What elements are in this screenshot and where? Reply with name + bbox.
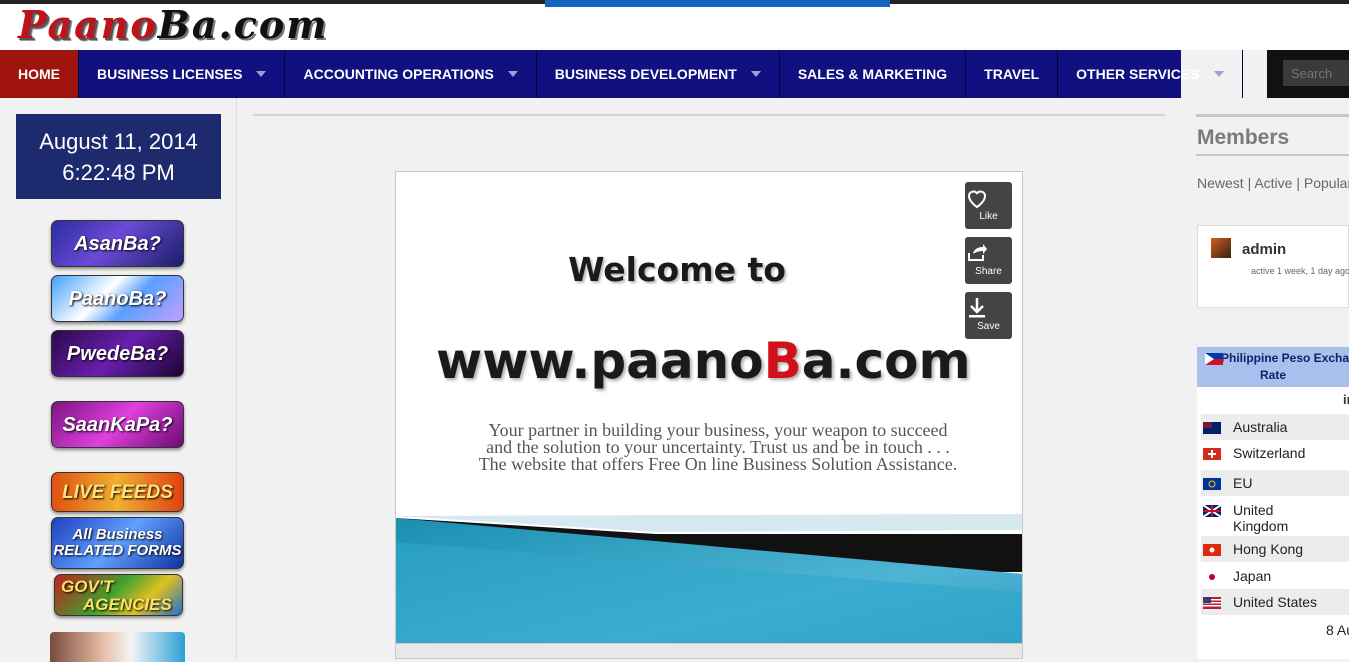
exchange-rate-widget: Philippine Peso Exchange Rate in Austral… bbox=[1197, 347, 1349, 659]
eu-flag-icon bbox=[1203, 478, 1221, 490]
heart-icon bbox=[967, 190, 987, 209]
japan-flag-icon bbox=[1203, 571, 1221, 583]
right-sidebar: Members Newest | Active | Popular admin … bbox=[1196, 98, 1349, 659]
rate-row-united-states: United States bbox=[1201, 589, 1349, 615]
nav-item-accounting-operations[interactable]: ACCOUNTING OPERATIONS bbox=[285, 50, 537, 98]
content-divider bbox=[253, 114, 1165, 116]
slide-site-url: www.paanoBa.com bbox=[436, 332, 971, 390]
search-bar bbox=[1267, 50, 1349, 98]
nav-item-other-services[interactable]: OTHER SERVICES bbox=[1058, 50, 1243, 98]
nav-item-sales-marketing[interactable]: SALES & MARKETING bbox=[780, 50, 967, 98]
slide-tagline: Your partner in building your business, … bbox=[478, 420, 958, 474]
loading-bar bbox=[545, 0, 890, 7]
slide-welcome-text: Welcome to bbox=[568, 250, 786, 289]
search-input[interactable] bbox=[1283, 60, 1349, 86]
member-card: admin active 1 week, 1 day ago bbox=[1197, 225, 1349, 308]
rate-row-australia: Australia bbox=[1201, 414, 1349, 440]
govt-agencies-button[interactable]: GOV'T AGENCIES bbox=[54, 574, 183, 616]
chevron-down-icon bbox=[750, 71, 761, 77]
download-icon bbox=[969, 298, 985, 318]
pwedeba-button[interactable]: PwedeBa? bbox=[51, 330, 184, 377]
avatar[interactable] bbox=[1211, 238, 1231, 258]
rate-row-hong-kong: Hong Kong bbox=[1201, 536, 1349, 562]
exchange-rate-date: 8 Aug bbox=[1326, 622, 1349, 638]
australia-flag-icon bbox=[1203, 422, 1221, 434]
members-filter-links[interactable]: Newest | Active | Popular bbox=[1197, 175, 1349, 191]
nav-item-travel[interactable]: TRAVEL bbox=[966, 50, 1059, 98]
site-header: PaanoBa.com bbox=[0, 0, 1349, 50]
members-title: Members bbox=[1197, 126, 1290, 149]
hong-kong-flag-icon bbox=[1203, 544, 1221, 556]
date-text: August 11, 2014 bbox=[39, 129, 198, 154]
saankapa-button[interactable]: SaanKaPa? bbox=[51, 401, 184, 448]
switzerland-flag-icon bbox=[1203, 448, 1221, 460]
live-feeds-button[interactable]: LIVE FEEDS bbox=[51, 472, 184, 512]
site-logo[interactable]: PaanoBa.com bbox=[18, 2, 328, 47]
share-button[interactable]: Share bbox=[965, 237, 1012, 284]
chevron-down-icon bbox=[256, 71, 267, 77]
slide-decorative-band bbox=[396, 514, 1022, 658]
asanba-button[interactable]: AsanBa? bbox=[51, 220, 184, 267]
business-forms-line1: All Business bbox=[72, 526, 163, 543]
exchange-rate-header: Philippine Peso Exchange Rate bbox=[1197, 347, 1349, 387]
nav-item-business-licenses[interactable]: BUSINESS LICENSES bbox=[79, 50, 286, 98]
member-name[interactable]: admin bbox=[1242, 241, 1286, 258]
left-sidebar: August 11, 2014 6:22:48 PM AsanBa? Paano… bbox=[0, 98, 237, 662]
chevron-down-icon bbox=[507, 71, 518, 77]
chevron-down-icon bbox=[1213, 71, 1224, 77]
uk-flag-icon bbox=[1203, 505, 1221, 517]
nav-item-business-development[interactable]: BUSINESS DEVELOPMENT bbox=[537, 50, 780, 98]
govt-agencies-line1: GOV'T bbox=[61, 577, 114, 596]
business-forms-line2: RELATED FORMS bbox=[53, 542, 182, 559]
us-flag-icon bbox=[1203, 597, 1221, 609]
philippines-flag-icon bbox=[1205, 353, 1223, 365]
slideshow-embed[interactable]: Welcome to www.paanoBa.com Your partner … bbox=[395, 171, 1023, 659]
slide-controls-bar[interactable] bbox=[396, 643, 1022, 658]
like-button[interactable]: Like bbox=[965, 182, 1012, 229]
members-divider-bottom bbox=[1196, 154, 1349, 156]
rate-row-japan: Japan bbox=[1201, 563, 1349, 589]
rate-row-united-kingdom: United Kingdom bbox=[1201, 497, 1349, 534]
business-forms-button[interactable]: All Business RELATED FORMS bbox=[51, 517, 184, 569]
sidebar-banner-image[interactable] bbox=[50, 632, 185, 662]
save-button[interactable]: Save bbox=[965, 292, 1012, 339]
rate-row-eu: EU bbox=[1201, 470, 1349, 496]
share-icon bbox=[968, 244, 987, 261]
datetime-widget: August 11, 2014 6:22:48 PM bbox=[16, 114, 221, 199]
members-divider-top bbox=[1196, 114, 1349, 117]
govt-agencies-line2: AGENCIES bbox=[83, 595, 172, 614]
rate-row-switzerland: Switzerland bbox=[1201, 440, 1349, 466]
member-activity: active 1 week, 1 day ago bbox=[1251, 266, 1349, 276]
nav-item-home[interactable]: HOME bbox=[0, 50, 79, 98]
main-nav: HOME BUSINESS LICENSES ACCOUNTING OPERAT… bbox=[0, 50, 1243, 98]
main-content: Welcome to www.paanoBa.com Your partner … bbox=[237, 98, 1195, 659]
paanoba-button[interactable]: PaanoBa? bbox=[51, 275, 184, 322]
exchange-rate-subheader: in bbox=[1343, 392, 1349, 407]
time-text: 6:22:48 PM bbox=[62, 160, 175, 185]
